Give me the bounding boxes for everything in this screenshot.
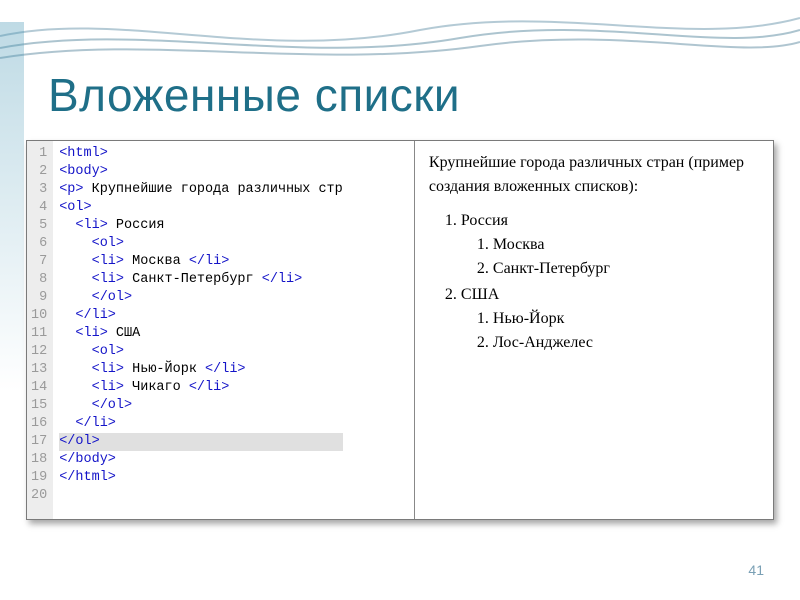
line-number: 16 [31,415,47,433]
code-line: <p> Крупнейшие города различных стр [59,181,343,199]
code-line: </li> [59,415,343,433]
list-item: Лос-Анджелес [493,331,759,355]
line-number: 1 [31,145,47,163]
line-number: 15 [31,397,47,415]
list-item: США Нью-ЙоркЛос-Анджелес [461,283,759,355]
render-preview-pane: Крупнейшие города различных стран (приме… [415,141,773,519]
code-line: <li> Санкт-Петербург </li> [59,271,343,289]
code-line: </html> [59,469,343,487]
line-number: 14 [31,379,47,397]
code-line: <ol> [59,235,343,253]
line-number: 18 [31,451,47,469]
list-item: Санкт-Петербург [493,257,759,281]
code-editor-pane: 1234567891011121314151617181920 <html><b… [27,141,415,519]
list-item: Нью-Йорк [493,307,759,331]
line-number: 3 [31,181,47,199]
code-line: <li> США [59,325,343,343]
code-line: <li> Нью-Йорк </li> [59,361,343,379]
line-number-gutter: 1234567891011121314151617181920 [27,141,53,519]
code-line: </ol> [59,397,343,415]
line-number: 8 [31,271,47,289]
nested-list: МоскваСанкт-Петербург [461,233,759,281]
code-line: <ol> [59,199,343,217]
line-number: 13 [31,361,47,379]
line-number: 11 [31,325,47,343]
list-item: Россия МоскваСанкт-Петербург [461,209,759,281]
code-line: </body> [59,451,343,469]
line-number: 6 [31,235,47,253]
line-number: 12 [31,343,47,361]
code-line: <ol> [59,343,343,361]
render-list: Россия МоскваСанкт-Петербург США Нью-ЙоркЛо… [429,209,759,355]
code-line: </ol> [59,433,343,451]
nested-list: Нью-ЙоркЛос-Анджелес [461,307,759,355]
code-line: <li> Чикаго </li> [59,379,343,397]
list-item-label: Россия [461,212,508,229]
left-accent-bar [0,22,24,392]
line-number: 5 [31,217,47,235]
code-line: </ol> [59,289,343,307]
line-number: 20 [31,487,47,505]
code-line [59,487,343,505]
line-number: 4 [31,199,47,217]
slide-title: Вложенные списки [48,68,460,122]
list-item: Москва [493,233,759,257]
render-intro: Крупнейшие города различных стран (приме… [429,151,759,199]
line-number: 9 [31,289,47,307]
code-line: <li> Москва </li> [59,253,343,271]
page-number: 41 [748,562,764,578]
list-item-label: США [461,286,499,303]
code-line: </li> [59,307,343,325]
line-number: 7 [31,253,47,271]
line-number: 19 [31,469,47,487]
code-content: <html><body><p> Крупнейшие города различ… [53,141,349,519]
line-number: 10 [31,307,47,325]
example-panel: 1234567891011121314151617181920 <html><b… [26,140,774,520]
code-line: <body> [59,163,343,181]
line-number: 2 [31,163,47,181]
code-line: <li> Россия [59,217,343,235]
decorative-waves [0,0,800,70]
code-line: <html> [59,145,343,163]
line-number: 17 [31,433,47,451]
